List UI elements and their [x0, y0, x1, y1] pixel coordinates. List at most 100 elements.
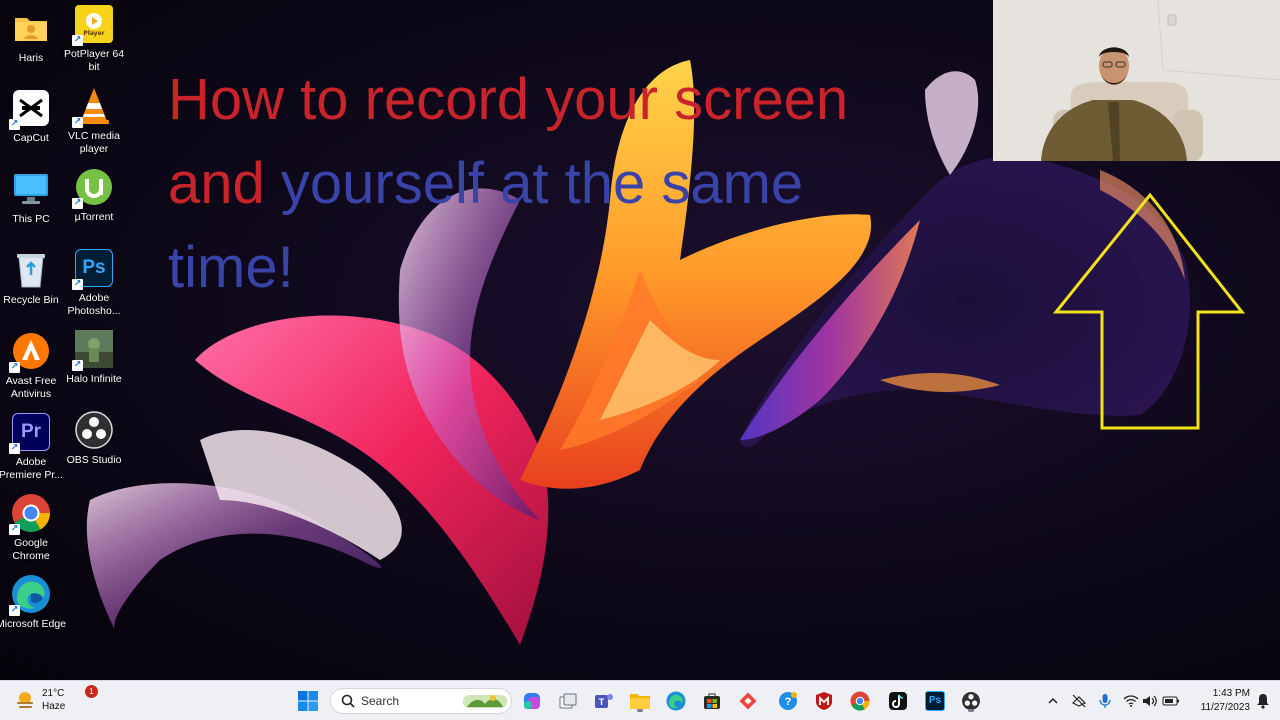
taskbar-clock[interactable]: 1:43 PM 11/27/2023	[1188, 687, 1250, 715]
svg-text:T: T	[599, 697, 605, 707]
vlc-icon: ↗	[72, 86, 114, 128]
task-view-icon	[559, 693, 577, 709]
search-placeholder: Search	[361, 694, 400, 708]
desktop-icon-premiere[interactable]: Pr ↗ Adobe Premiere Pr...	[0, 412, 63, 482]
desktop-icon-edge[interactable]: ↗ Microsoft Edge	[0, 574, 66, 631]
search-highlight-icon	[463, 695, 507, 708]
shortcut-arrow-icon: ↗	[72, 35, 83, 46]
desktop-icon-recycle-bin[interactable]: Recycle Bin	[0, 250, 62, 307]
desktop-icon-photoshop[interactable]: Ps ↗ Adobe Photosho...	[63, 248, 125, 318]
desktop-icon-utorrent[interactable]: ↗ µTorrent	[63, 167, 125, 224]
desktop-icon-potplayer[interactable]: Player ↗ PotPlayer 64 bit	[63, 4, 125, 74]
shortcut-arrow-icon: ↗	[9, 524, 20, 535]
copilot-button[interactable]	[519, 688, 545, 714]
desktop-icon-haris[interactable]: Haris	[0, 8, 62, 65]
desktop-icon-label: OBS Studio	[66, 454, 122, 466]
webcam-person-image	[993, 0, 1280, 161]
haze-weather-icon	[17, 692, 33, 708]
photoshop-icon: Ps	[925, 691, 945, 711]
desktop-icon-label: µTorrent	[74, 211, 114, 223]
potplayer-badge: Player	[83, 29, 105, 37]
desktop-icon-label: Adobe Photosho...	[67, 292, 121, 317]
desktop-icon-this-pc[interactable]: This PC	[0, 169, 62, 226]
show-hidden-icons-button[interactable]	[1040, 688, 1066, 714]
weather-widget[interactable]: 21°C Haze	[14, 687, 65, 713]
notification-center-button[interactable]	[1250, 688, 1276, 714]
shortcut-arrow-icon: ↗	[9, 119, 20, 130]
title-line-2-blue: yourself at the same	[280, 151, 804, 216]
desktop-icon-halo[interactable]: ↗ Halo Infinite	[63, 329, 125, 386]
webcam-overlay	[993, 0, 1280, 161]
bell-icon	[1257, 694, 1269, 709]
desktop-icon-obs[interactable]: OBS Studio	[63, 410, 125, 467]
taskbar: 21°C Haze 1 Search T ? Ps 1:43 PM 11/27/…	[0, 680, 1280, 720]
chrome-taskbar-button[interactable]	[847, 688, 873, 714]
monitor-icon	[11, 169, 51, 209]
title-line-3-text: time!	[168, 235, 294, 300]
battery-tray-button[interactable]	[1158, 688, 1184, 714]
active-indicator	[968, 709, 974, 712]
anydesk-button[interactable]	[735, 688, 761, 714]
battery-icon	[1162, 696, 1179, 706]
capcut-icon: ↗	[9, 88, 51, 130]
desktop-icon-label: Google Chrome	[12, 537, 50, 562]
title-line-1: How to record your screen	[168, 58, 968, 142]
svg-text:?: ?	[785, 696, 792, 708]
desktop-icon-label: PotPlayer 64 bit	[63, 48, 125, 73]
title-line-1-text: How to record your screen	[168, 67, 849, 132]
shortcut-arrow-icon: ↗	[72, 279, 83, 290]
file-explorer-button[interactable]	[627, 688, 653, 714]
mcafee-icon	[816, 692, 832, 710]
photoshop-taskbar-button[interactable]: Ps	[922, 688, 948, 714]
active-indicator	[637, 709, 643, 712]
anydesk-icon	[739, 692, 757, 710]
obs-icon	[74, 410, 114, 450]
help-button[interactable]: ?	[775, 688, 801, 714]
task-view-button[interactable]	[555, 688, 581, 714]
title-line-2-red: and	[168, 151, 281, 216]
chevron-up-icon	[1048, 697, 1058, 704]
tiktok-icon	[889, 692, 907, 710]
desktop-icon-avast[interactable]: ↗ Avast Free Antivirus	[0, 331, 62, 401]
start-button[interactable]	[295, 688, 321, 714]
desktop-icon-chrome[interactable]: ↗ Google Chrome	[0, 493, 62, 563]
file-explorer-icon	[630, 694, 650, 709]
edge-taskbar-button[interactable]	[663, 688, 689, 714]
desktop-icon-vlc[interactable]: ↗ VLC media player	[63, 86, 125, 156]
title-line-3: time!	[168, 226, 968, 310]
desktop-icon-capcut[interactable]: ↗ CapCut	[0, 88, 62, 145]
notification-badge: 1	[85, 685, 98, 698]
shortcut-arrow-icon: ↗	[72, 117, 83, 128]
chrome-icon	[850, 691, 870, 711]
taskbar-search-box[interactable]: Search	[330, 688, 512, 714]
speaker-icon	[1143, 695, 1157, 707]
store-icon	[704, 693, 720, 709]
store-button[interactable]	[699, 688, 725, 714]
shortcut-arrow-icon: ↗	[9, 443, 20, 454]
folder-user-icon	[11, 8, 51, 48]
recycle-bin-icon	[11, 250, 51, 290]
help-icon: ?	[779, 692, 797, 710]
windows-start-icon	[298, 691, 318, 711]
shortcut-arrow-icon: ↗	[9, 362, 20, 373]
tiktok-button[interactable]	[885, 688, 911, 714]
shortcut-arrow-icon: ↗	[72, 360, 83, 371]
edge-icon: ↗	[9, 574, 51, 616]
microphone-icon	[1099, 694, 1111, 708]
photoshop-icon: Ps ↗	[72, 248, 114, 290]
clock-time: 1:43 PM	[1212, 688, 1250, 699]
desktop-icon-label: Halo Infinite	[66, 373, 122, 385]
obs-icon	[962, 692, 980, 710]
potplayer-icon: Player ↗	[72, 4, 114, 46]
network-tray-button[interactable]	[1066, 688, 1092, 714]
mcafee-button[interactable]	[811, 688, 837, 714]
shortcut-arrow-icon: ↗	[72, 198, 83, 209]
title-line-2: and yourself at the same	[168, 142, 968, 226]
weather-temperature: 21°C	[42, 688, 65, 699]
microphone-tray-button[interactable]	[1092, 688, 1118, 714]
desktop-icon-label: Microsoft Edge	[0, 618, 67, 630]
premiere-icon: Pr ↗	[9, 412, 51, 454]
clock-date: 11/27/2023	[1200, 702, 1250, 713]
teams-button[interactable]: T	[591, 688, 617, 714]
obs-taskbar-button[interactable]	[958, 688, 984, 714]
